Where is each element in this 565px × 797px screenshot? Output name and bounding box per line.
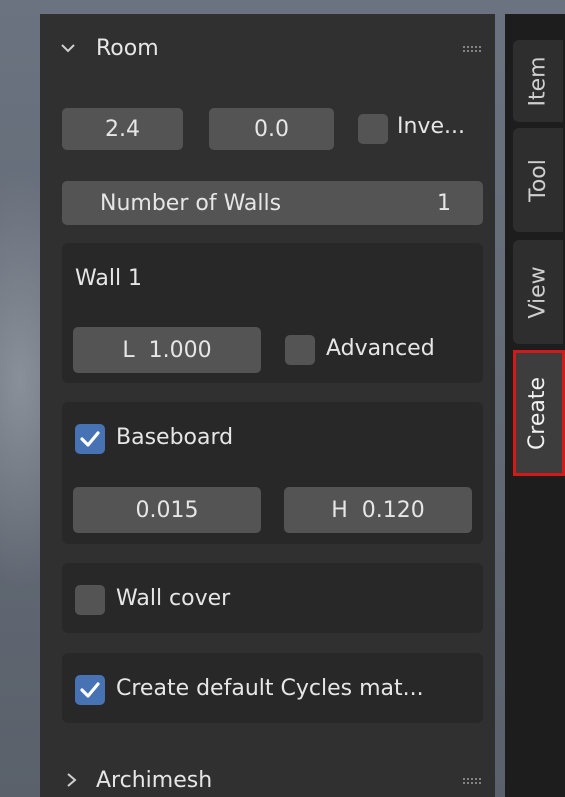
tab-item[interactable]: Item [513,40,563,122]
wall-cover-label: Wall cover [116,586,231,611]
tab-view[interactable]: View [513,240,563,344]
baseboard-depth-value: 0.015 [135,497,199,523]
archimesh-panel-title: Archimesh [96,768,213,793]
checkmark-icon [80,431,100,447]
invert-checkbox[interactable] [358,114,388,144]
baseboard-height-value: H 0.120 [331,497,425,523]
wall-cover-checkbox[interactable] [75,585,105,615]
drag-grip-icon[interactable] [462,45,482,53]
number-of-walls-value: 1 [437,190,451,216]
wall-length-field[interactable]: L 1.000 [73,327,261,373]
tab-create-label: Create [525,376,551,450]
advanced-checkbox[interactable] [285,335,315,365]
wall-1-title: Wall 1 [75,266,143,291]
tab-tool-label: Tool [525,158,551,202]
baseboard-checkbox[interactable] [75,424,105,454]
tab-tool[interactable]: Tool [513,128,563,232]
tab-item-label: Item [525,55,551,107]
checkmark-icon [80,682,100,698]
materials-checkbox[interactable] [75,675,105,705]
drag-grip-icon[interactable] [462,777,482,785]
tab-create[interactable]: Create [513,352,563,474]
baseboard-label: Baseboard [116,425,234,450]
advanced-label: Advanced [326,336,435,361]
room-height-value: 2.4 [105,116,140,142]
room-height-field[interactable]: 2.4 [62,108,183,150]
wall-length-value: L 1.000 [122,337,212,363]
invert-label: Inve... [397,114,465,139]
number-of-walls-field[interactable]: Number of Walls 1 [62,181,483,225]
number-of-walls-label: Number of Walls [100,190,282,216]
chevron-down-icon [61,44,75,53]
materials-label: Create default Cycles mat... [116,676,424,701]
room-thickness-value: 0.0 [254,116,289,142]
baseboard-depth-field[interactable]: 0.015 [73,487,261,533]
chevron-right-icon [67,773,77,787]
tab-view-label: View [525,265,551,319]
baseboard-height-field[interactable]: H 0.120 [284,487,472,533]
room-panel-title: Room [96,36,159,61]
room-thickness-field[interactable]: 0.0 [209,108,334,150]
